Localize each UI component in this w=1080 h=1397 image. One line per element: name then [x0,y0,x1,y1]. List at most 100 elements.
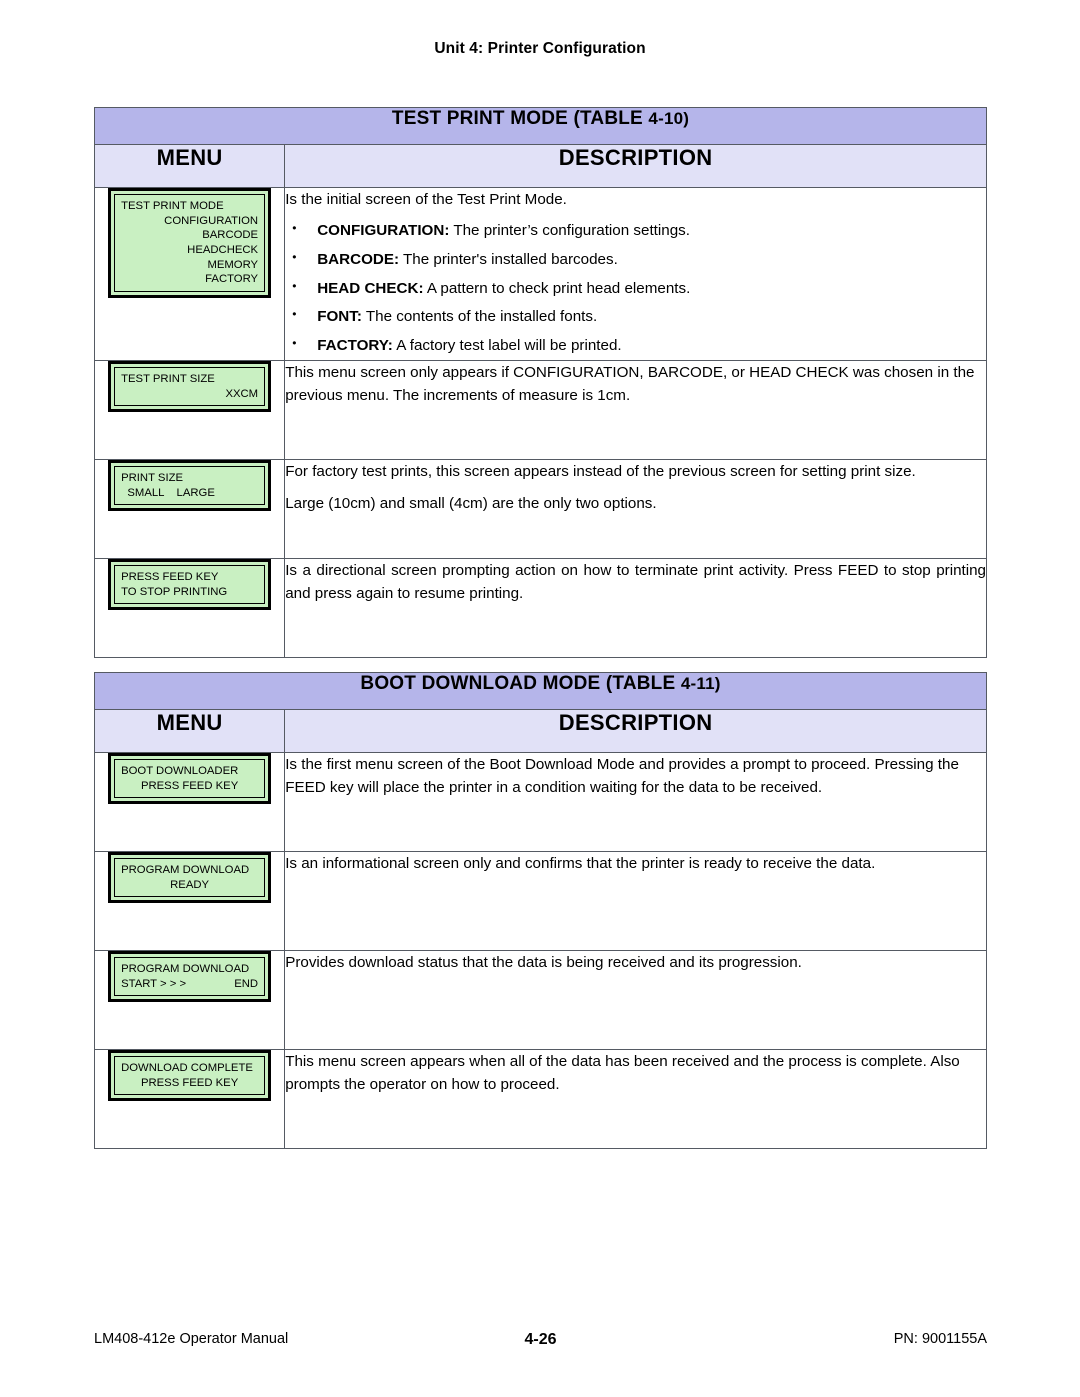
menu-cell: PROGRAM DOWNLOAD READY [93,851,286,951]
lcd-line: PRESS FEED KEY [140,1076,239,1089]
footer-page-number: 4-26 [524,1331,557,1348]
lcd-inner: TEST PRINT SIZE XXCM [114,367,266,407]
description-paragraph: Provides download status that the data i… [285,954,802,971]
menu-cell: PRINT SIZE SMALL LARGE [93,459,286,560]
bullet-term: FONT: [317,308,362,326]
lcd-screen-press-feed-key: PRESS FEED KEY TO STOP PRINTING [108,559,272,611]
table-title: BOOT DOWNLOAD MODE (TABLE 4-11) [94,672,987,710]
description-paragraph: Is the first menu screen of the Boot Dow… [285,756,959,797]
description-paragraph: Large (10cm) and small (4cm) are the onl… [285,495,657,513]
lcd-line: HEADCHECK [187,244,259,257]
bullet-text: A factory test label will be printed. [392,337,622,355]
lcd-line: TO STOP PRINTING [121,585,228,598]
lcd-inner: PRESS FEED KEY TO STOP PRINTING [114,565,266,605]
table-title-row: BOOT DOWNLOAD MODE (TABLE 4-11) [94,672,987,710]
description-cell: Is the initial screen of the Test Print … [284,186,987,362]
description-cell: Provides download status that the data i… [284,950,987,1050]
list-item: CONFIGURATION: The printer’s configurati… [285,219,986,243]
table-test-print-mode: TEST PRINT MODE (TABLE 4-10) MENU DESCRI… [93,107,987,659]
table-row: TEST PRINT SIZE XXCM This menu screen on… [93,360,987,461]
lcd-inner: PROGRAM DOWNLOAD READY [114,858,266,898]
lcd-inner: BOOT DOWNLOADER PRESS FEED KEY [114,759,266,799]
list-item: FONT: The contents of the installed font… [285,305,986,329]
lcd-line: BARCODE [202,229,259,242]
lcd-line: PRINT SIZE [121,472,184,485]
bullet-term: HEAD CHECK: [317,279,424,297]
table-row: DOWNLOAD COMPLETE PRESS FEED KEY This me… [93,1049,987,1149]
menu-cell: TEST PRINT MODE CONFIGURATION BARCODE HE… [93,186,286,362]
lcd-line: BOOT DOWNLOADER [121,765,239,777]
lcd-screen-boot-downloader: BOOT DOWNLOADER PRESS FEED KEY [108,753,272,805]
lcd-screen-download-complete: DOWNLOAD COMPLETE PRESS FEED KEY [108,1050,272,1102]
description-paragraph: For factory test prints, this screen app… [285,463,916,481]
running-header: Unit 4: Printer Configuration [434,40,646,57]
lcd-line: CONFIGURATION [164,214,259,227]
table-title-row: TEST PRINT MODE (TABLE 4-10) [94,107,987,145]
column-header-menu: MENU [93,709,286,753]
bullet-text: A pattern to check print head elements. [423,279,691,297]
description-cell: Is the first menu screen of the Boot Dow… [284,752,987,852]
table-row: PROGRAM DOWNLOAD START > > > END Provide… [93,950,987,1050]
table-boot-download-mode: BOOT DOWNLOAD MODE (TABLE 4-11) MENU DES… [93,672,987,1149]
list-item: HEAD CHECK: A pattern to check print hea… [285,277,986,301]
bullet-term: FACTORY: [317,337,393,355]
column-header-row: MENU DESCRIPTION [93,709,987,753]
lcd-inner: PROGRAM DOWNLOAD START > > > END [114,957,266,997]
lcd-line: PRESS FEED KEY [140,779,239,792]
description-cell: Is a directional screen prompting action… [284,558,987,659]
table-title-text: BOOT DOWNLOAD MODE (TABLE [360,673,681,694]
footer-part-number: PN: 9001155A [893,1331,987,1347]
lcd-line: FACTORY [205,273,259,286]
document-page: Unit 4: Printer Configuration TEST PRINT… [0,0,1080,1397]
lcd-line: DOWNLOAD COMPLETE [121,1062,253,1074]
lcd-screen-program-download-ready: PROGRAM DOWNLOAD READY [108,852,272,904]
description-cell: For factory test prints, this screen app… [284,459,987,560]
lcd-line: START > > > END [121,977,258,992]
bullet-text: The printer’s configuration settings. [449,222,690,240]
column-header-row: MENU DESCRIPTION [93,144,987,188]
column-header-description: DESCRIPTION [284,709,987,753]
lcd-screen-print-size: PRINT SIZE SMALL LARGE [108,460,272,512]
description-paragraph: This menu screen only appears if CONFIGU… [285,364,975,405]
table-row: PRINT SIZE SMALL LARGE For factory test … [93,459,987,560]
table-row: TEST PRINT MODE CONFIGURATION BARCODE HE… [93,186,987,362]
list-item: FACTORY: A factory test label will be pr… [285,334,986,358]
list-item: BARCODE: The printer's installed barcode… [285,248,986,272]
lcd-line: TEST PRINT SIZE [121,373,215,386]
column-header-description: DESCRIPTION [284,144,987,188]
column-header-menu: MENU [93,144,286,188]
table-row: PRESS FEED KEY TO STOP PRINTING Is a dir… [93,558,987,659]
lcd-inner: TEST PRINT MODE CONFIGURATION BARCODE HE… [114,194,266,293]
description-cell: This menu screen appears when all of the… [284,1049,987,1149]
lcd-screen-test-print-size: TEST PRINT SIZE XXCM [108,361,272,413]
lcd-line: PROGRAM DOWNLOAD [121,864,250,876]
description-intro: Is the initial screen of the Test Print … [285,191,567,208]
bullet-text: The printer's installed barcodes. [399,250,618,268]
lcd-inner: DOWNLOAD COMPLETE PRESS FEED KEY [114,1056,266,1096]
lcd-line: TEST PRINT MODE [121,200,224,212]
lcd-line: MEMORY [207,258,259,271]
lcd-line: PROGRAM DOWNLOAD [121,963,250,975]
menu-cell: PRESS FEED KEY TO STOP PRINTING [93,558,286,659]
lcd-line: PRESS FEED KEY [121,571,219,584]
menu-cell: PROGRAM DOWNLOAD START > > > END [93,950,286,1050]
bullet-term: BARCODE: [317,250,400,268]
table-title-number: 4-11) [680,674,721,693]
lcd-line: SMALL LARGE [121,486,215,499]
description-cell: Is an informational screen only and conf… [284,851,987,951]
lcd-progress-end: END [234,977,259,990]
description-cell: This menu screen only appears if CONFIGU… [284,360,987,461]
lcd-screen-program-download-progress: PROGRAM DOWNLOAD START > > > END [108,951,272,1003]
description-paragraph: This menu screen appears when all of the… [285,1053,960,1094]
description-bullet-list: CONFIGURATION: The printer’s configurati… [285,219,986,358]
description-paragraph: Is an informational screen only and conf… [285,855,876,872]
bullet-text: The contents of the installed fonts. [361,308,598,326]
lcd-line: READY [170,878,210,891]
bullet-term: CONFIGURATION: [317,222,450,240]
page-footer: LM408-412e Operator Manual 4-26 PN: 9001… [94,1331,987,1351]
menu-cell: BOOT DOWNLOADER PRESS FEED KEY [93,752,286,852]
table-title-number: 4-10) [648,109,690,128]
description-paragraph: Is a directional screen prompting action… [285,562,986,603]
table-row: PROGRAM DOWNLOAD READY Is an information… [93,851,987,951]
lcd-inner: PRINT SIZE SMALL LARGE [114,466,266,506]
